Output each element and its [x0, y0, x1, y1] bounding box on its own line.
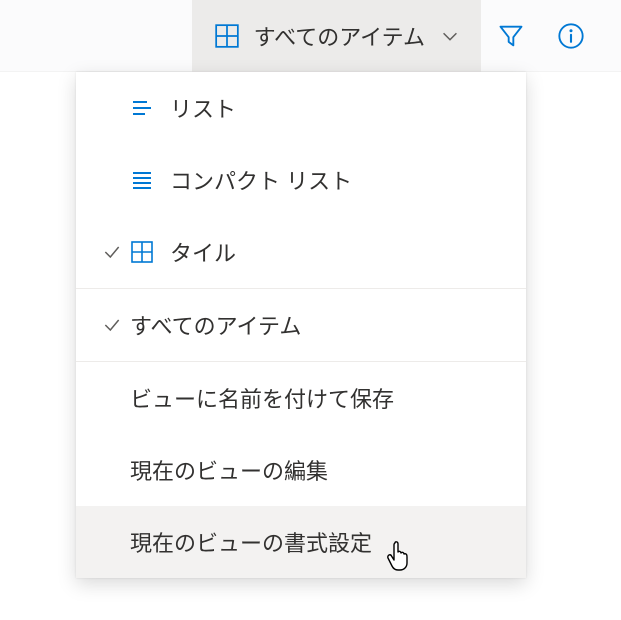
menu-label: リスト [170, 92, 236, 124]
view-switcher-label: すべてのアイテム [254, 20, 425, 52]
info-button[interactable] [541, 0, 601, 72]
view-dropdown: リスト コンパクト リスト タイル [76, 72, 526, 578]
filter-button[interactable] [481, 0, 541, 72]
menu-label: ビューに名前を付けて保存 [130, 382, 394, 414]
menu-item-save-view-as[interactable]: ビューに名前を付けて保存 [76, 362, 526, 434]
view-switcher-button[interactable]: すべてのアイテム [192, 0, 481, 72]
check-icon [94, 315, 130, 335]
menu-label: すべてのアイテム [130, 309, 301, 341]
menu-item-edit-current-view[interactable]: 現在のビューの編集 [76, 434, 526, 506]
menu-item-format-current-view[interactable]: 現在のビューの書式設定 [76, 506, 526, 578]
menu-label: タイル [170, 236, 236, 268]
check-icon [94, 242, 130, 262]
compact-list-icon [130, 168, 170, 192]
list-icon [130, 96, 170, 120]
menu-item-list[interactable]: リスト [76, 72, 526, 144]
tile-icon [214, 23, 240, 49]
menu-label: 現在のビューの編集 [130, 454, 328, 486]
chevron-down-icon [439, 25, 461, 47]
menu-item-all-items[interactable]: すべてのアイテム [76, 289, 526, 361]
menu-item-tile[interactable]: タイル [76, 216, 526, 288]
toolbar: すべてのアイテム [0, 0, 621, 72]
menu-item-compact-list[interactable]: コンパクト リスト [76, 144, 526, 216]
menu-label: コンパクト リスト [170, 164, 352, 196]
tile-icon [130, 240, 170, 264]
info-icon [557, 22, 585, 50]
filter-icon [497, 22, 525, 50]
menu-label: 現在のビューの書式設定 [130, 526, 372, 558]
